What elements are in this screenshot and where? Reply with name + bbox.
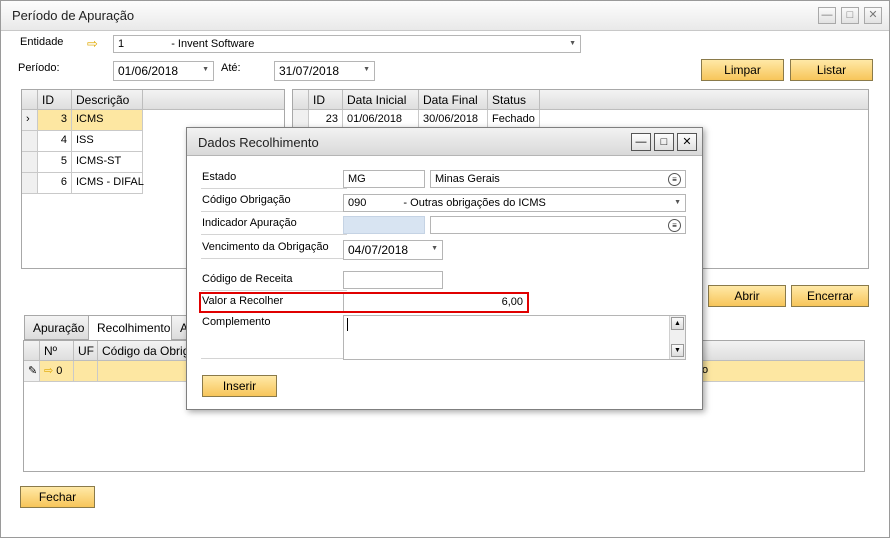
table-row-desc[interactable]: ISS	[72, 131, 143, 152]
divider	[201, 211, 347, 212]
valor-recolher-label: Valor a Recolher	[202, 295, 284, 307]
tab-recolhimento[interactable]: Recolhimento	[88, 315, 180, 341]
ate-label: Até:	[221, 62, 241, 74]
scroll-up-icon[interactable]: ▲	[671, 317, 684, 330]
complemento-textarea[interactable]: ▲ ▼	[343, 315, 686, 360]
table-row-id[interactable]: 3	[38, 110, 72, 131]
row-selector[interactable]	[22, 131, 38, 152]
link-arrow-icon[interactable]: ⇨	[87, 36, 98, 52]
edit-pencil-icon[interactable]: ✎	[24, 361, 40, 382]
vertical-scrollbar[interactable]: ▲ ▼	[669, 316, 685, 359]
divider	[201, 234, 347, 235]
estado-name-field[interactable]: Minas Gerais ≡	[430, 170, 686, 188]
col-header-data-final[interactable]: Data Final	[419, 90, 488, 110]
maximize-button[interactable]: □	[841, 7, 859, 24]
divider	[201, 258, 347, 259]
table-row-id[interactable]: 4	[38, 131, 72, 152]
divider	[201, 290, 347, 291]
entidade-name: - Invent Software	[171, 38, 255, 50]
dados-recolhimento-dialog: Dados Recolhimento — □ ✕ Estado MG Minas…	[186, 127, 703, 410]
entidade-code: 1	[118, 38, 125, 50]
dialog-minimize-button[interactable]: —	[631, 133, 651, 151]
new-row-number-value: 0	[56, 365, 63, 377]
entidade-label: Entidade	[20, 36, 64, 48]
dialog-close-button[interactable]: ✕	[677, 133, 697, 151]
encerrar-button[interactable]: Encerrar	[791, 285, 869, 307]
periodo-end-field[interactable]: 31/07/2018 ▼	[274, 61, 375, 81]
estado-name-value: Minas Gerais	[435, 173, 500, 185]
window-title: Período de Apuração	[12, 8, 135, 23]
vencimento-value: 04/07/2018	[348, 243, 409, 257]
vencimento-field[interactable]: 04/07/2018 ▼	[343, 240, 443, 260]
listar-button[interactable]: Listar	[790, 59, 873, 81]
row-header-corner	[293, 90, 309, 110]
table-row-id[interactable]: 6	[38, 173, 72, 194]
col-header-uf[interactable]: UF	[74, 341, 98, 361]
col-header-descricao[interactable]: Descrição	[72, 90, 143, 110]
entidade-field[interactable]: 1 - Invent Software ▼	[113, 35, 581, 53]
complemento-label: Complemento	[202, 316, 271, 328]
link-arrow-icon[interactable]: ⇨	[44, 365, 53, 377]
inserir-button[interactable]: Inserir	[202, 375, 277, 397]
periodo-label: Período:	[18, 62, 60, 74]
col-header-numero[interactable]: Nº	[40, 341, 74, 361]
limpar-button[interactable]: Limpar	[701, 59, 784, 81]
close-button[interactable]: ✕	[864, 7, 882, 24]
scroll-down-icon[interactable]: ▼	[671, 344, 684, 357]
minimize-button[interactable]: —	[818, 7, 836, 24]
indicador-name-field[interactable]: ≡	[430, 216, 686, 234]
dialog-titlebar: Dados Recolhimento — □ ✕	[187, 128, 702, 156]
periodo-start-field[interactable]: 01/06/2018 ▼	[113, 61, 214, 81]
indicador-apuracao-label: Indicador Apuração	[202, 217, 297, 229]
window-titlebar: Período de Apuração — □ ✕	[1, 1, 889, 31]
new-row-number[interactable]: ⇨ 0	[40, 361, 74, 382]
codigo-obrigacao-field[interactable]: 090 - Outras obrigações do ICMS ▼	[343, 194, 686, 212]
row-selector[interactable]	[22, 173, 38, 194]
table-row-desc[interactable]: ICMS-ST	[72, 152, 143, 173]
row-header-corner	[22, 90, 38, 110]
indicador-code-field	[343, 216, 425, 234]
col-header-empty	[143, 90, 284, 110]
vencimento-label: Vencimento da Obrigação	[202, 241, 329, 253]
text-cursor	[347, 318, 348, 331]
codigo-obrigacao-value: 090	[348, 197, 367, 209]
new-row-uf[interactable]	[74, 361, 98, 382]
chevron-down-icon[interactable]: ▼	[363, 66, 370, 73]
col-header-data-inicial[interactable]: Data Inicial	[343, 90, 419, 110]
list-select-icon[interactable]: ≡	[668, 219, 681, 232]
col-header-status[interactable]: Status	[488, 90, 540, 110]
divider	[201, 188, 347, 189]
codigo-obrigacao-label: Código Obrigação	[202, 194, 291, 206]
list-select-icon[interactable]: ≡	[668, 173, 681, 186]
chevron-down-icon[interactable]: ▼	[431, 245, 438, 252]
dialog-maximize-button[interactable]: □	[654, 133, 674, 151]
chevron-down-icon[interactable]: ▼	[202, 66, 209, 73]
chevron-down-icon[interactable]: ▼	[569, 40, 576, 47]
codigo-obrigacao-desc: - Outras obrigações do ICMS	[403, 197, 546, 209]
valor-recolher-field[interactable]: 6,00	[343, 294, 527, 311]
col-header-id[interactable]: ID	[38, 90, 72, 110]
table-row-id[interactable]: 5	[38, 152, 72, 173]
table-row-desc[interactable]: ICMS	[72, 110, 143, 131]
periodo-start-value: 01/06/2018	[118, 64, 179, 78]
divider	[201, 358, 347, 359]
row-selector-icon[interactable]: ›	[22, 110, 38, 131]
col-header-id[interactable]: ID	[309, 90, 343, 110]
col-header-empty	[540, 90, 868, 110]
fechar-button[interactable]: Fechar	[20, 486, 95, 508]
codigo-receita-field[interactable]	[343, 271, 443, 289]
codigo-receita-label: Código de Receita	[202, 273, 293, 285]
estado-label: Estado	[202, 171, 237, 183]
chevron-down-icon[interactable]: ▼	[674, 199, 681, 206]
table-row-desc[interactable]: ICMS - DIFAL	[72, 173, 144, 194]
tab-apuracao[interactable]: Apuração	[24, 315, 94, 340]
estado-code-field[interactable]: MG	[343, 170, 425, 188]
periodo-end-value: 31/07/2018	[279, 64, 340, 78]
row-selector[interactable]	[22, 152, 38, 173]
dialog-title: Dados Recolhimento	[198, 135, 319, 150]
abrir-button[interactable]: Abrir	[708, 285, 786, 307]
row-header-corner	[24, 341, 40, 361]
